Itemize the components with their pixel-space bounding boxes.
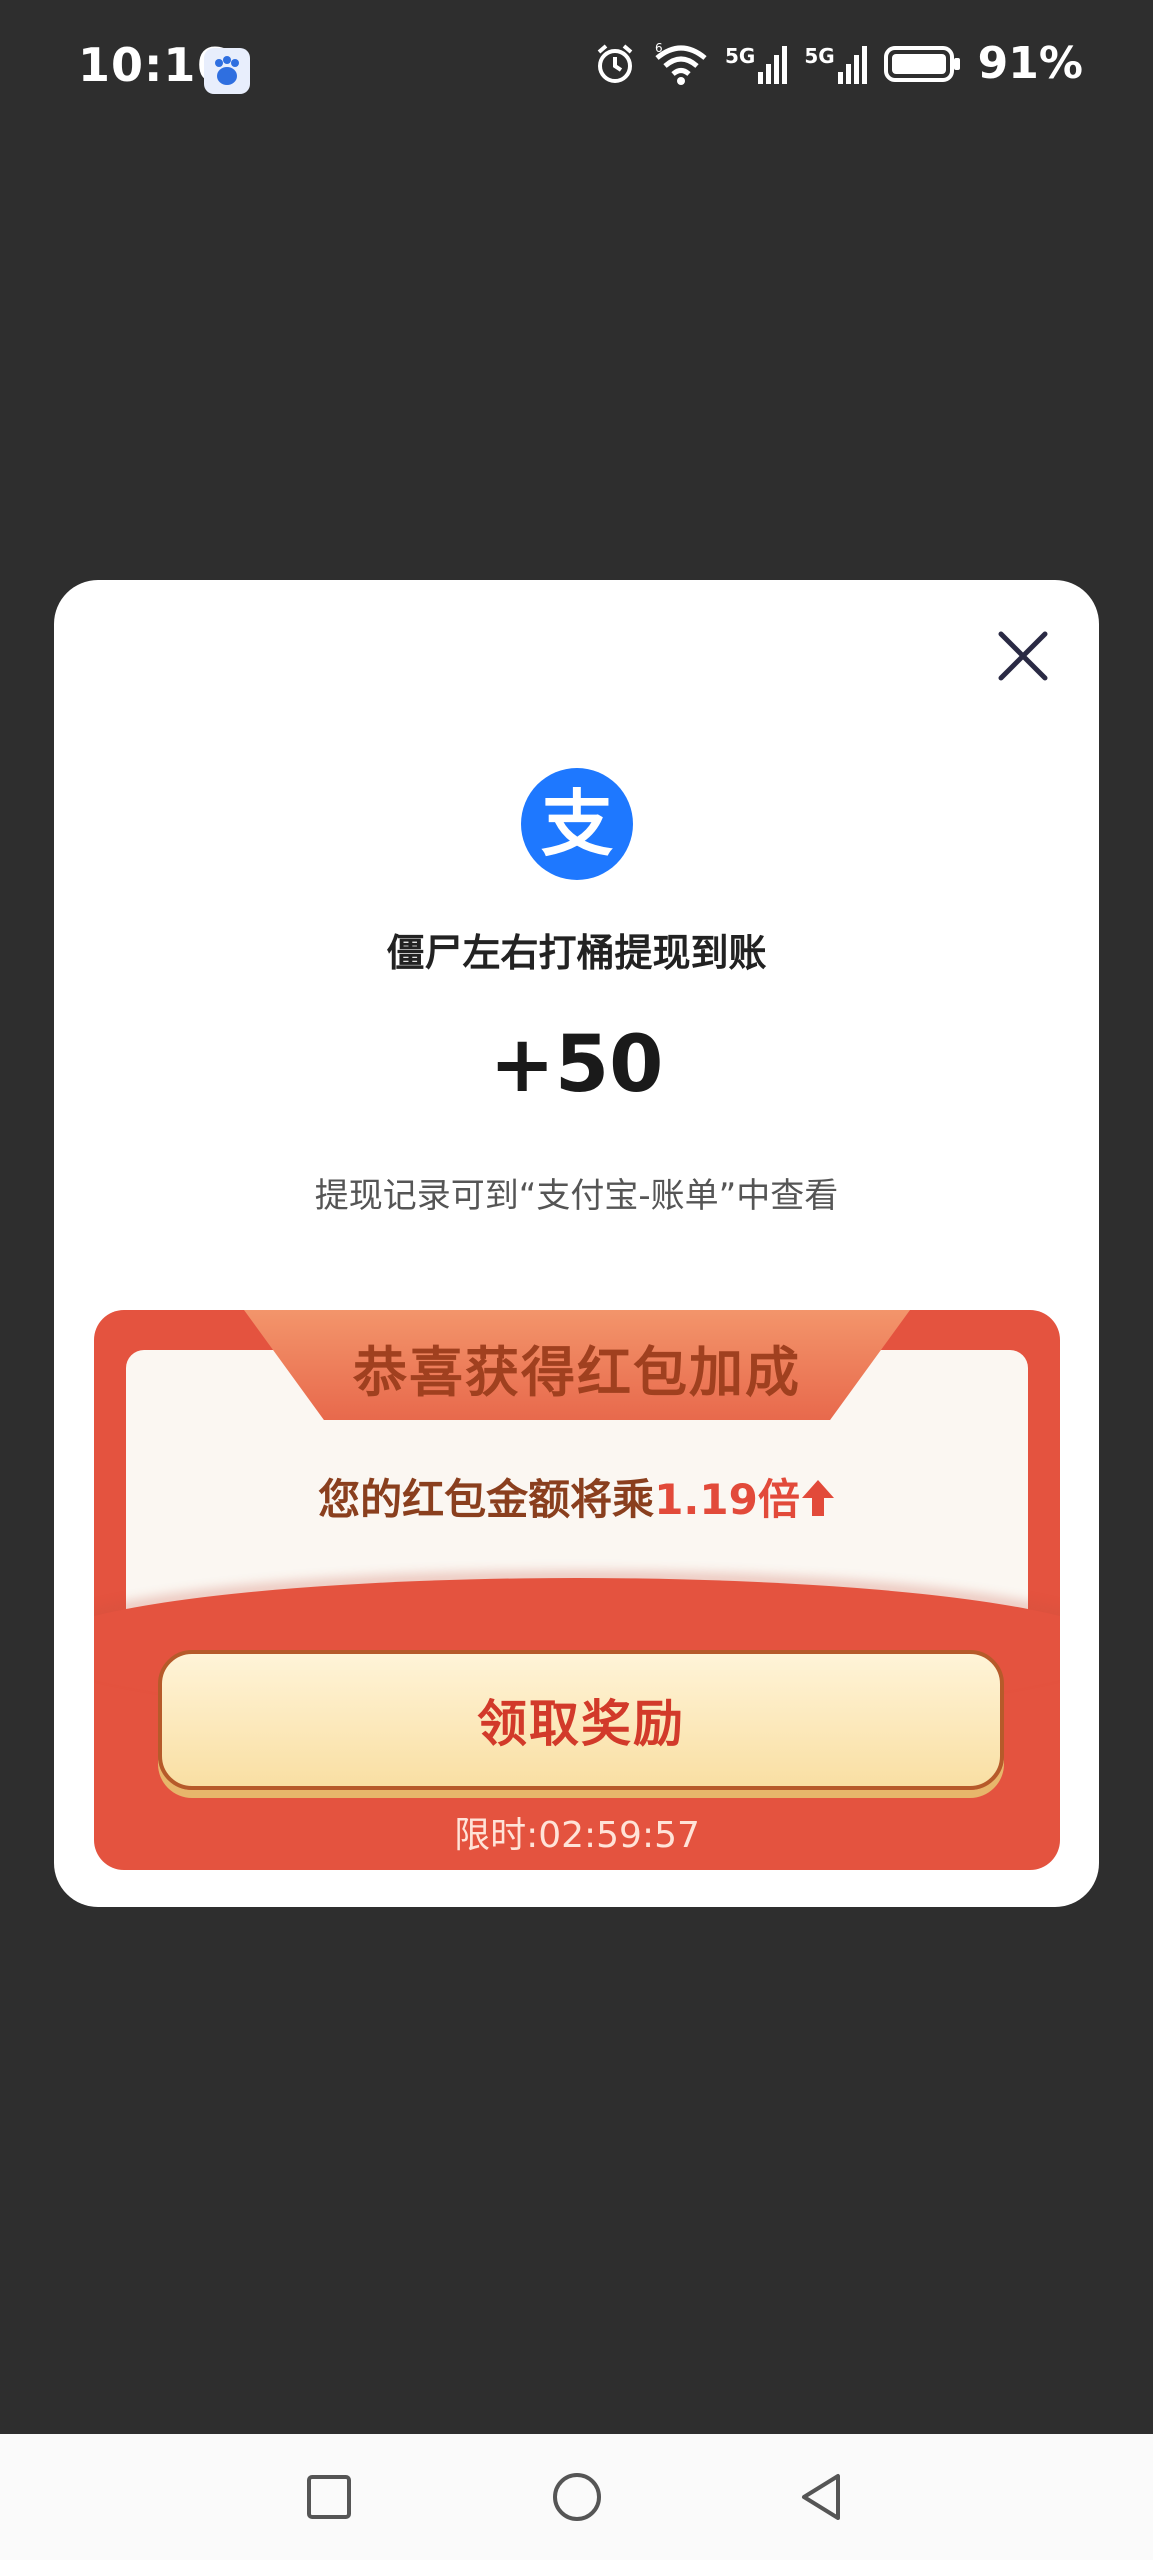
close-icon[interactable] [987, 620, 1059, 692]
close-button[interactable] [987, 620, 1059, 692]
status-icons: 6 5G 5G 91% [593, 38, 1083, 89]
square-icon[interactable] [296, 2464, 362, 2530]
dialog-title: 僵尸左右打桶提现到账 [386, 931, 767, 975]
status-bar: 10:16 6 5G 5G 91% [0, 0, 1153, 140]
alarm-icon [597, 43, 633, 83]
alipay-logo: 支 [521, 768, 633, 880]
countdown-timer: 限时:02:59:57 [454, 1815, 700, 1856]
signal-icon [758, 45, 788, 84]
claim-reward-label: 领取奖励 [477, 1695, 685, 1753]
claim-reward-button[interactable]: 领取奖励 [158, 1650, 1004, 1790]
bonus-description: 您的红包金额将乘1.19倍 [94, 1466, 1060, 1527]
withdrawal-dialog: 支 僵尸左右打桶提现到账 +50 提现记录可到“支付宝-账单”中查看 恭喜获得红… [54, 580, 1099, 1907]
alipay-logo-text: 支 [540, 782, 613, 866]
banner-title: 恭喜获得红包加成 [353, 1341, 801, 1404]
bonus-multiplier: 1.19倍 [654, 1475, 800, 1524]
withdraw-amount: +50 [489, 1020, 664, 1110]
back-button[interactable] [790, 2464, 856, 2530]
bonus-desc-prefix: 您的红包金额将乘 [318, 1475, 655, 1524]
red-packet-card: 恭喜获得红包加成 您的红包金额将乘1.19倍 领取奖励 限时:02:59:57 [94, 1310, 1060, 1870]
home-button[interactable] [544, 2464, 610, 2530]
network-label-2: 5G [804, 43, 835, 68]
recent-apps-button[interactable] [296, 2464, 362, 2530]
arrow-up-icon [801, 1480, 834, 1516]
wifi-icon: 6 [655, 42, 707, 85]
record-hint: 提现记录可到“支付宝-账单”中查看 [314, 1176, 839, 1216]
triangle-back-icon[interactable] [790, 2464, 856, 2530]
signal-icon [837, 45, 867, 84]
circle-icon[interactable] [544, 2464, 610, 2530]
wifi-badge: 6 [655, 42, 663, 55]
battery-icon [883, 45, 960, 82]
baidu-app-icon [204, 48, 250, 94]
network-label-1: 5G [724, 43, 756, 68]
battery-percent: 91% [977, 38, 1083, 89]
system-navigation-bar [0, 2434, 1153, 2560]
